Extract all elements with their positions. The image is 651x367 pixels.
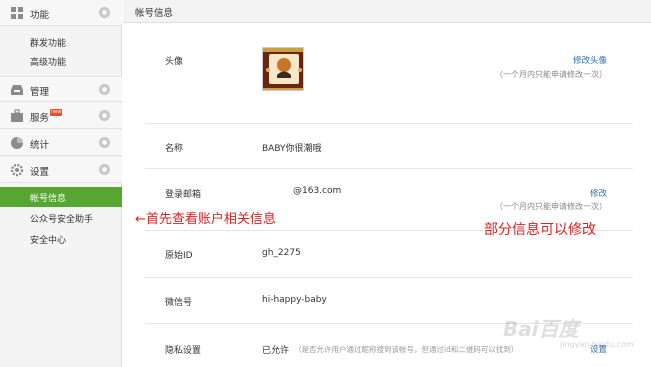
sidebar-item-label: 帐号信息 bbox=[30, 194, 67, 204]
briefcase-icon bbox=[11, 109, 23, 122]
wechat-id-value: hi-happy-baby bbox=[262, 295, 327, 305]
change-email-link[interactable]: 修改 bbox=[590, 187, 607, 199]
original-id-label: 原始ID bbox=[165, 251, 193, 261]
email-note: （一个月内只能申请修改一次） bbox=[495, 202, 607, 211]
sidebar-section-label: 管理 bbox=[30, 87, 50, 98]
avatar-label: 头像 bbox=[165, 57, 184, 67]
sidebar-item-account-info[interactable]: 帐号信息 bbox=[0, 187, 122, 207]
sidebar-item-label: 群发功能 bbox=[30, 39, 67, 49]
main-panel: 帐号信息 头像 修改头像 （一个月内只能申请修改一次） 名称 BABY你很潮哦 … bbox=[123, 0, 651, 367]
sidebar-section-settings[interactable]: 设置 bbox=[0, 157, 122, 183]
privacy-note: （是否允许用户通过昵称搜到该帐号，但通过id和二维码可以找到） bbox=[294, 345, 519, 354]
baidu-watermark: Bai百度 bbox=[503, 317, 579, 341]
sidebar-section-function[interactable]: 功能 bbox=[0, 0, 122, 26]
page-header: 帐号信息 bbox=[123, 0, 651, 23]
sidebar-item-label: 安全中心 bbox=[30, 236, 67, 246]
avatar bbox=[262, 47, 304, 91]
avatar-row: 头像 修改头像 （一个月内只能申请修改一次） bbox=[145, 38, 633, 124]
grid-icon bbox=[11, 7, 23, 19]
wechat-id-label: 微信号 bbox=[165, 298, 193, 308]
page-title: 帐号信息 bbox=[135, 8, 174, 19]
inbox-icon bbox=[11, 85, 23, 95]
sidebar-item-advanced[interactable]: 高级功能 bbox=[0, 51, 122, 71]
sidebar: 功能 群发功能 高级功能 管理 服务 new 统计 设置 帐号信息 公众号安全助… bbox=[0, 0, 122, 367]
gear-icon bbox=[10, 163, 24, 177]
sidebar-item-mass-send[interactable]: 群发功能 bbox=[0, 32, 122, 52]
new-badge: new bbox=[50, 109, 63, 116]
sidebar-item-security-assistant[interactable]: 公众号安全助手 bbox=[0, 208, 122, 228]
collapse-toggle-icon[interactable] bbox=[99, 137, 110, 148]
sidebar-item-label: 公众号安全助手 bbox=[30, 215, 94, 225]
original-id-value: gh_2275 bbox=[262, 248, 301, 258]
annotation-editable: 部分信息可以修改 bbox=[484, 222, 596, 238]
collapse-toggle-icon[interactable] bbox=[99, 84, 110, 95]
name-value: BABY你很潮哦 bbox=[262, 144, 322, 154]
change-avatar-link[interactable]: 修改头像 bbox=[573, 54, 607, 66]
email-label: 登录邮箱 bbox=[165, 190, 202, 200]
sidebar-section-label: 统计 bbox=[30, 140, 50, 151]
privacy-label: 隐私设置 bbox=[165, 346, 202, 356]
sidebar-item-security-center[interactable]: 安全中心 bbox=[0, 229, 122, 249]
privacy-value: 已允许 bbox=[262, 346, 290, 356]
name-row: 名称 BABY你很潮哦 bbox=[145, 124, 633, 169]
annotation-account-info: ←首先查看账户相关信息 bbox=[135, 212, 276, 227]
collapse-toggle-icon[interactable] bbox=[99, 110, 110, 121]
name-label: 名称 bbox=[165, 144, 184, 154]
pie-chart-icon bbox=[11, 137, 23, 149]
sidebar-section-label: 服务 bbox=[30, 113, 50, 124]
collapse-toggle-icon[interactable] bbox=[99, 7, 110, 18]
sidebar-section-label: 设置 bbox=[30, 167, 50, 178]
sidebar-item-label: 高级功能 bbox=[30, 58, 67, 68]
sidebar-section-manage[interactable]: 管理 bbox=[0, 76, 122, 102]
sidebar-section-label: 功能 bbox=[30, 10, 50, 21]
collapse-toggle-icon[interactable] bbox=[99, 164, 110, 175]
sidebar-section-service[interactable]: 服务 new bbox=[0, 103, 122, 129]
baidu-watermark-url: jingyan.baidu.com bbox=[560, 340, 634, 349]
avatar-note: （一个月内只能申请修改一次） bbox=[495, 70, 607, 79]
email-value: @163.com bbox=[293, 186, 342, 196]
sidebar-section-statistics[interactable]: 统计 bbox=[0, 130, 122, 156]
